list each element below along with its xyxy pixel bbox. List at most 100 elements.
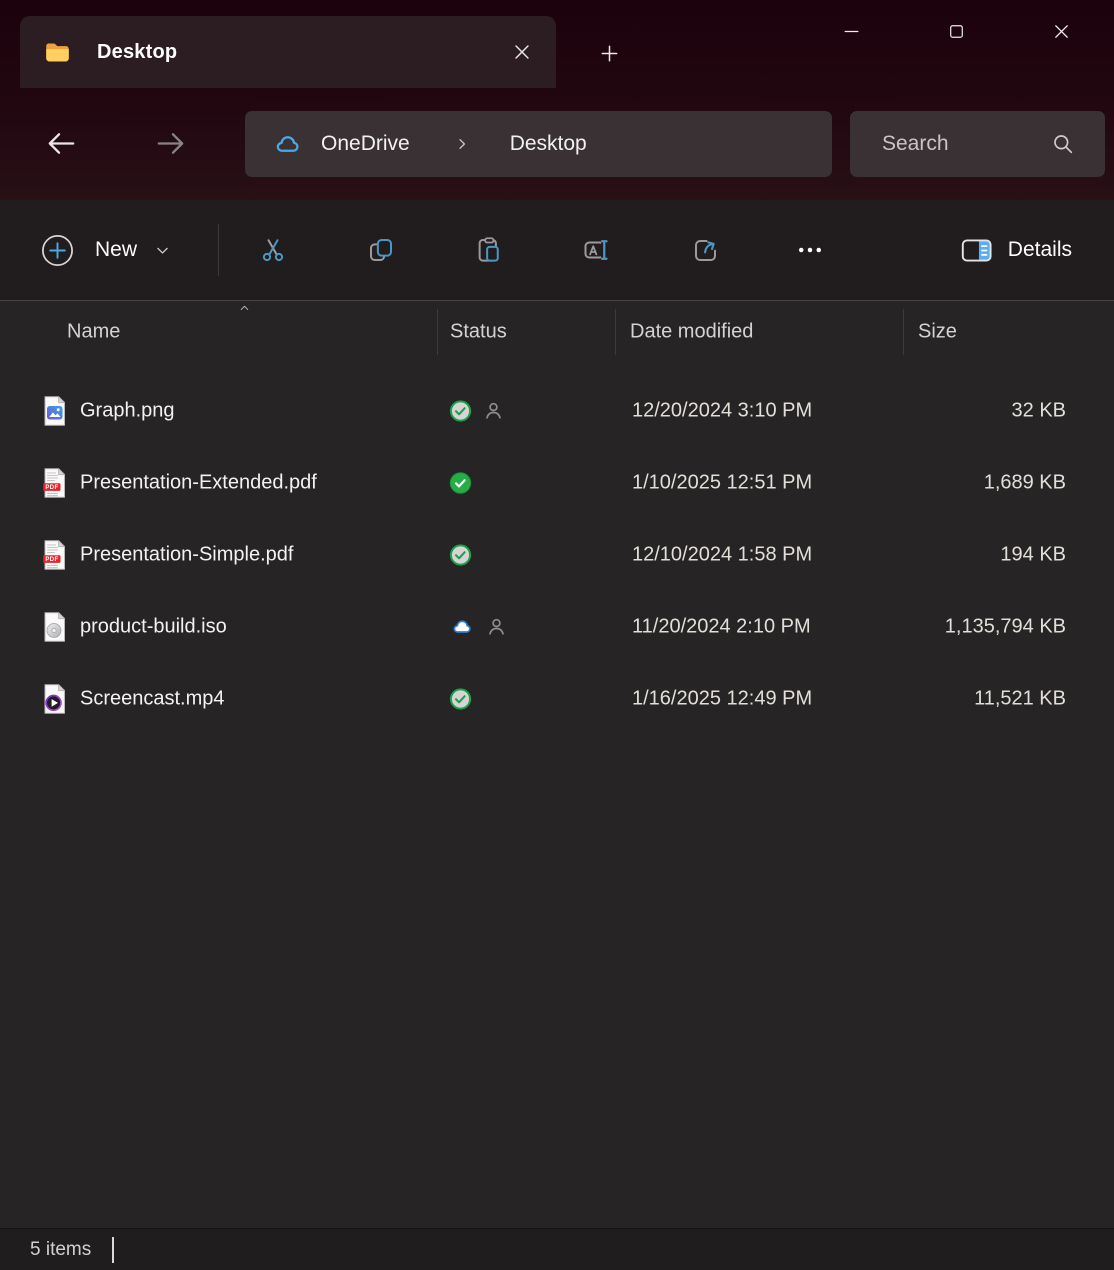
ellipsis-icon [795,235,825,265]
column-divider [903,309,904,355]
file-status-cell [449,400,505,423]
details-button-label: Details [1008,238,1072,262]
shared-person-icon [485,616,508,639]
details-button[interactable]: Details [946,219,1086,281]
file-size: 194 KB [1000,544,1066,567]
new-button[interactable]: New [26,219,185,281]
file-name: Screencast.mp4 [80,688,225,711]
video-file-icon [41,684,68,715]
file-status-cell [449,616,508,639]
file-date-modified: 11/20/2024 2:10 PM [632,616,811,639]
synced-status-icon [449,544,472,567]
cut-icon [258,235,288,265]
synced-status-icon [449,688,472,711]
minimize-icon [842,22,861,41]
file-name: Presentation-Extended.pdf [80,472,317,495]
folder-icon [44,39,71,66]
column-header-name[interactable]: Name [67,321,120,344]
file-status-cell [449,472,472,495]
file-rows: Graph.png 12/20/2024 3:10 PM 32 KB Prese… [0,375,1114,735]
pdf-file-icon [41,540,68,571]
shared-person-icon [482,400,505,423]
column-header-date-modified[interactable]: Date modified [630,321,753,344]
copy-button[interactable] [353,222,409,278]
new-button-label: New [95,238,137,262]
file-row[interactable]: Graph.png 12/20/2024 3:10 PM 32 KB [0,375,1114,447]
file-row[interactable]: Screencast.mp4 1/16/2025 12:49 PM 11,521… [0,663,1114,735]
synced-status-icon [449,400,472,423]
file-status-cell [449,544,472,567]
file-status-cell [449,688,472,711]
column-headers: Name Status Date modified Size [0,301,1114,363]
file-list-view: Name Status Date modified Size Graph.png… [0,300,1114,1228]
iso-file-icon [41,612,68,643]
breadcrumb-item-onedrive[interactable]: OneDrive [321,132,410,156]
chevron-right-icon [454,136,470,152]
file-name: Graph.png [80,400,175,423]
details-panel-icon [960,235,994,266]
pdf-file-icon [41,468,68,499]
file-name: Presentation-Simple.pdf [80,544,293,567]
share-button[interactable] [678,222,734,278]
plus-icon [598,42,621,65]
column-divider [615,309,616,355]
image-file-icon [41,396,68,427]
rename-icon [582,235,612,265]
onedrive-cloud-icon [273,130,302,159]
forward-arrow-icon [154,127,187,160]
status-bar: 5 items [0,1228,1114,1270]
file-size: 1,135,794 KB [945,616,1066,639]
available-offline-status-icon [449,472,472,495]
window-controls [816,0,1096,62]
file-size: 32 KB [1012,400,1066,423]
search-icon [1051,132,1075,156]
file-row[interactable]: Presentation-Simple.pdf 12/10/2024 1:58 … [0,519,1114,591]
file-size: 1,689 KB [984,472,1066,495]
plus-circle-icon [40,233,75,268]
back-button[interactable] [42,124,80,162]
file-row[interactable]: Presentation-Extended.pdf 1/10/2025 12:5… [0,447,1114,519]
column-divider [437,309,438,355]
search-placeholder: Search [882,132,1051,156]
file-name: product-build.iso [80,616,227,639]
tab-title: Desktop [97,41,177,64]
cut-button[interactable] [245,222,301,278]
tab-desktop[interactable]: Desktop [20,16,556,88]
chevron-down-icon [154,242,171,259]
maximize-icon [947,22,966,41]
forward-button[interactable] [151,124,189,162]
minimize-button[interactable] [816,0,886,62]
breadcrumb-item-desktop[interactable]: Desktop [510,132,587,156]
file-row[interactable]: product-build.iso 11/20/2024 2:10 PM 1,1… [0,591,1114,663]
copy-icon [366,235,396,265]
file-date-modified: 1/10/2025 12:51 PM [632,472,812,495]
paste-icon [474,235,504,265]
items-count: 5 items [30,1239,91,1261]
tab-close-button[interactable] [504,34,540,70]
toolbar-divider [218,224,219,276]
toolbar: New Details [0,200,1114,300]
address-bar[interactable]: OneDrive Desktop [245,111,832,177]
close-icon [1051,21,1072,42]
file-explorer-window: Desktop OneDrive [0,0,1114,1270]
sort-ascending-icon [237,302,252,314]
paste-button[interactable] [461,222,517,278]
maximize-button[interactable] [921,0,991,62]
title-bar: Desktop OneDrive [0,0,1114,200]
column-header-size[interactable]: Size [918,321,957,344]
file-date-modified: 12/10/2024 1:58 PM [632,544,812,567]
search-input[interactable]: Search [850,111,1105,177]
file-date-modified: 12/20/2024 3:10 PM [632,400,812,423]
share-icon [691,235,721,265]
file-date-modified: 1/16/2025 12:49 PM [632,688,812,711]
more-options-button[interactable] [782,222,838,278]
cloud-only-status-icon [449,616,475,639]
new-tab-button[interactable] [588,33,630,73]
rename-button[interactable] [569,222,625,278]
column-header-status[interactable]: Status [450,321,507,344]
statusbar-divider [112,1237,114,1263]
back-arrow-icon [45,127,78,160]
window-close-button[interactable] [1026,0,1096,62]
file-size: 11,521 KB [974,688,1066,711]
close-icon [511,41,533,63]
